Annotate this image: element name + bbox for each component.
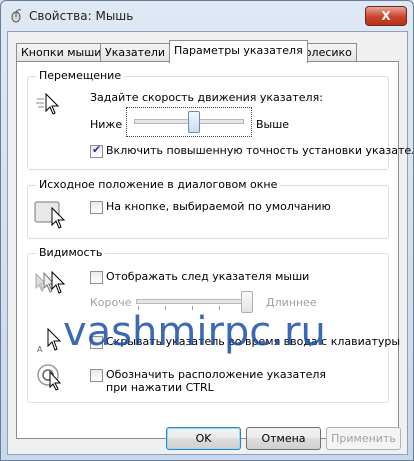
snap-to-group: Исходное положение в диалоговом окне На … — [27, 178, 389, 239]
tab-pointer-options[interactable]: Параметры указателя — [169, 40, 308, 63]
tab-pointers[interactable]: Указатели — [100, 43, 171, 62]
hide-pointer-icon: A — [37, 327, 62, 354]
window-title: Свойства: Мышь — [29, 9, 134, 23]
trails-label[interactable]: Отображать след указателя мыши — [106, 270, 309, 283]
trails-checkbox[interactable] — [90, 271, 103, 284]
motion-group: Перемещение Задайте скорость движения ук… — [27, 69, 413, 170]
slow-label: Ниже — [90, 118, 123, 131]
tab-mouse-buttons[interactable]: Кнопки мыши — [16, 43, 107, 62]
trails-slider-track[interactable] — [136, 299, 248, 304]
speed-label: Задайте скорость движения указателя: — [90, 91, 323, 104]
svg-text:A: A — [37, 345, 43, 354]
mouse-app-icon — [11, 9, 22, 23]
short-label: Короче — [90, 296, 132, 309]
snap-group-title: Исходное положение в диалоговом окне — [36, 178, 281, 191]
visibility-group-title: Видимость — [36, 246, 106, 259]
precision-label[interactable]: Включить повышенную точность установки у… — [106, 144, 413, 157]
mouse-properties-window: Свойства: Мышь X Кнопки мыши Указатели П… — [0, 0, 414, 461]
long-label: Длиннее — [266, 296, 317, 309]
ok-button[interactable]: OK — [166, 427, 241, 450]
close-button[interactable]: X — [365, 6, 407, 26]
tab-strip: Кнопки мыши Указатели Параметры указател… — [16, 40, 401, 63]
pointer-speed-icon — [36, 92, 60, 115]
ctrl-locate-checkbox[interactable] — [90, 369, 103, 382]
fast-label: Выше — [256, 118, 290, 131]
watermark-text: vashmirpc.ru — [63, 309, 326, 355]
speed-slider-thumb[interactable] — [188, 111, 201, 133]
snap-label[interactable]: На кнопке, выбираемой по умолчанию — [106, 200, 331, 213]
cancel-button[interactable]: Отмена — [246, 427, 321, 450]
ctrl-locate-label[interactable]: Обозначить расположение указателя при на… — [106, 368, 346, 394]
ctrl-locate-icon — [37, 364, 62, 391]
title-bar[interactable]: Свойства: Мышь X — [1, 1, 413, 31]
dialog-client-area: Кнопки мыши Указатели Параметры указател… — [7, 31, 413, 455]
snap-to-button-icon — [34, 201, 66, 229]
motion-group-title: Перемещение — [36, 69, 125, 82]
precision-checkbox[interactable] — [90, 143, 103, 158]
pointer-options-panel: Перемещение Задайте скорость движения ук… — [16, 61, 413, 439]
snap-checkbox[interactable] — [90, 201, 103, 214]
apply-button[interactable]: Применить — [326, 427, 401, 450]
pointer-trails-icon — [35, 270, 66, 294]
